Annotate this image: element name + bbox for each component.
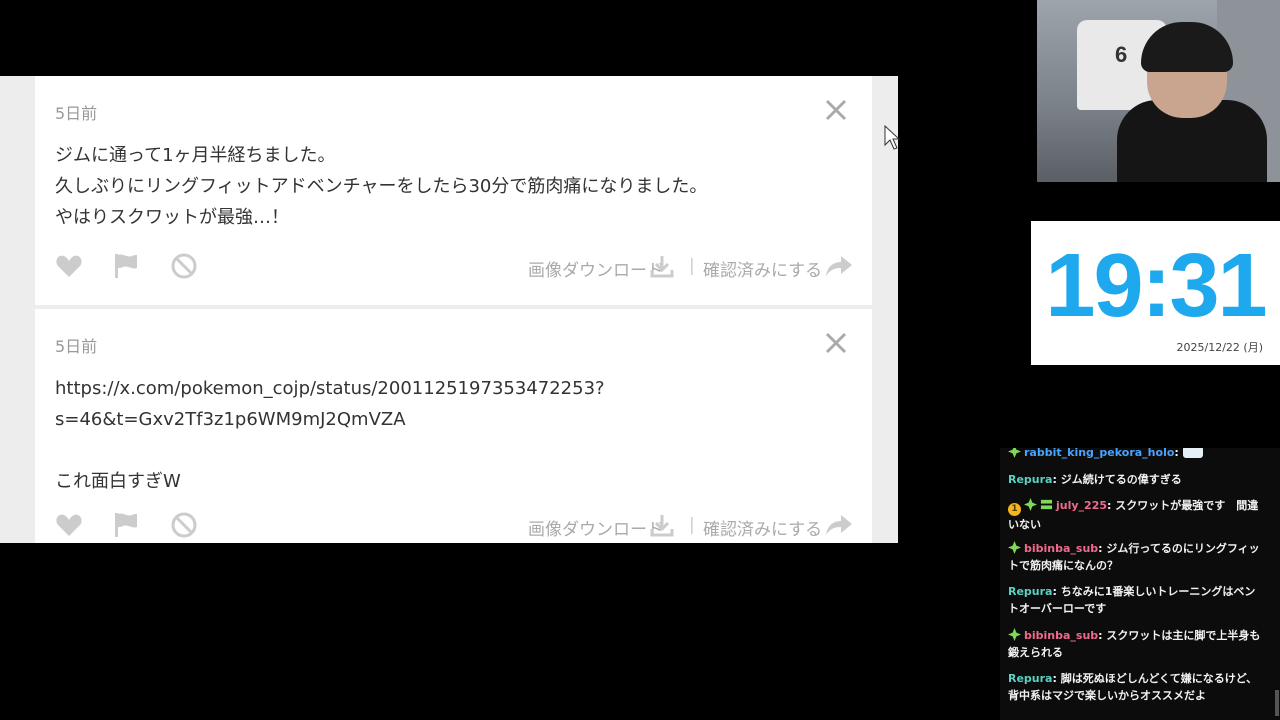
chat-username: july_225 <box>1056 499 1108 512</box>
action-separator: | <box>689 515 695 535</box>
download-icon[interactable] <box>650 513 674 537</box>
action-separator: | <box>689 256 695 276</box>
chat-message: bibinba_sub: スクワットは主に脚で上半身も鍛えられる <box>1008 627 1264 661</box>
chat-message: bibinba_sub: ジム行ってるのにリングフィットで筋肉痛になんの？ <box>1008 540 1264 574</box>
close-icon[interactable] <box>824 331 848 355</box>
sparkle-badge-icon <box>1008 541 1021 554</box>
clock-widget: 19:31 2025/12/22 (月) <box>1031 221 1280 365</box>
message-panel: 5日前 ジムに通って1ヶ月半経ちました。 久しぶりにリングフィットアドベンチャー… <box>0 76 898 543</box>
chat-message: 1 july_225: スクワットが最強です 間違いない <box>1008 497 1264 533</box>
message-line: https://x.com/pokemon_cojp/status/200112… <box>55 378 605 399</box>
chat-username: Repura <box>1008 473 1053 486</box>
sparkle-badge-icon <box>1008 448 1021 458</box>
message-line: s=46&t=Gxv2Tf3z1p6WM9mJ2QmVZA <box>55 409 406 430</box>
chat-message: rabbit_king_pekora_holo: <box>1008 448 1264 461</box>
clock-time: 19:31 <box>1045 236 1267 336</box>
chat-sticker <box>1182 448 1203 458</box>
message-card: 5日前 ジムに通って1ヶ月半経ちました。 久しぶりにリングフィットアドベンチャー… <box>35 76 872 305</box>
block-icon[interactable] <box>170 252 198 280</box>
message-text: https://x.com/pokemon_cojp/status/200112… <box>55 373 605 497</box>
message-line <box>55 435 605 466</box>
chat-username: rabbit_king_pekora_holo <box>1024 448 1175 459</box>
chat-message: Repura: ジム続けてるの偉すぎる <box>1008 471 1264 488</box>
close-icon[interactable] <box>824 98 848 122</box>
message-card: 5日前 https://x.com/pokemon_cojp/status/20… <box>35 309 872 543</box>
chat-username: bibinba_sub <box>1024 542 1099 555</box>
share-arrow-icon[interactable] <box>825 513 853 537</box>
chat-text: : <box>1174 448 1179 459</box>
mark-confirmed-button[interactable]: 確認済みにする <box>703 256 822 281</box>
message-line: ジムに通って1ヶ月半経ちました。 <box>55 145 336 166</box>
share-arrow-icon[interactable] <box>825 254 853 278</box>
chat-username: bibinba_sub <box>1024 629 1099 642</box>
sparkle-badge-icon <box>1024 498 1037 511</box>
mark-confirmed-button[interactable]: 確認済みにする <box>703 515 822 540</box>
message-actions: 画像ダウンロード | 確認済みにする <box>55 511 852 541</box>
chat-message: Repura: ちなみに1番楽しいトレーニングはベントオーバーローです <box>1008 583 1264 617</box>
sparkle-badge-icon <box>1008 628 1021 641</box>
chat-username: Repura <box>1008 585 1053 598</box>
chat-message: Repura: 脚は死ぬほどしんどくて嫌になるけど、背中系はマジで楽しいからオス… <box>1008 670 1264 704</box>
message-line: これ面白すぎW <box>55 471 181 492</box>
clock-date: 2025/12/22 (月) <box>1176 341 1263 354</box>
message-line: 久しぶりにリングフィットアドベンチャーをしたら30分で筋肉痛になりました。 <box>55 176 708 197</box>
jersey-number: 6 <box>1115 42 1128 67</box>
chat-username: Repura <box>1008 672 1053 685</box>
message-line: やはりスクワットが最強…！ <box>55 207 289 228</box>
message-age: 5日前 <box>55 337 98 356</box>
chat-scrollbar[interactable] <box>1275 690 1279 716</box>
download-icon[interactable] <box>650 254 674 278</box>
download-image-button[interactable]: 画像ダウンロード <box>528 515 664 540</box>
flag-icon[interactable] <box>112 252 140 280</box>
flag-icon[interactable] <box>112 511 140 539</box>
mouse-cursor-icon <box>884 125 900 150</box>
chat-text: : ジム続けてるの偉すぎる <box>1052 473 1182 486</box>
download-image-button[interactable]: 画像ダウンロード <box>528 256 664 281</box>
coin-badge-icon: 1 <box>1008 503 1021 516</box>
block-icon[interactable] <box>170 511 198 539</box>
heart-icon[interactable] <box>55 511 83 539</box>
heart-icon[interactable] <box>55 252 83 280</box>
webcam-feed: 6 <box>1037 0 1280 182</box>
live-chat: rabbit_king_pekora_holo: Repura: ジム続けてるの… <box>1000 448 1280 720</box>
member-badge-icon <box>1040 499 1053 510</box>
message-age: 5日前 <box>55 104 98 123</box>
message-text: ジムに通って1ヶ月半経ちました。 久しぶりにリングフィットアドベンチャーをしたら… <box>55 140 707 233</box>
message-actions: 画像ダウンロード | 確認済みにする <box>55 252 852 282</box>
